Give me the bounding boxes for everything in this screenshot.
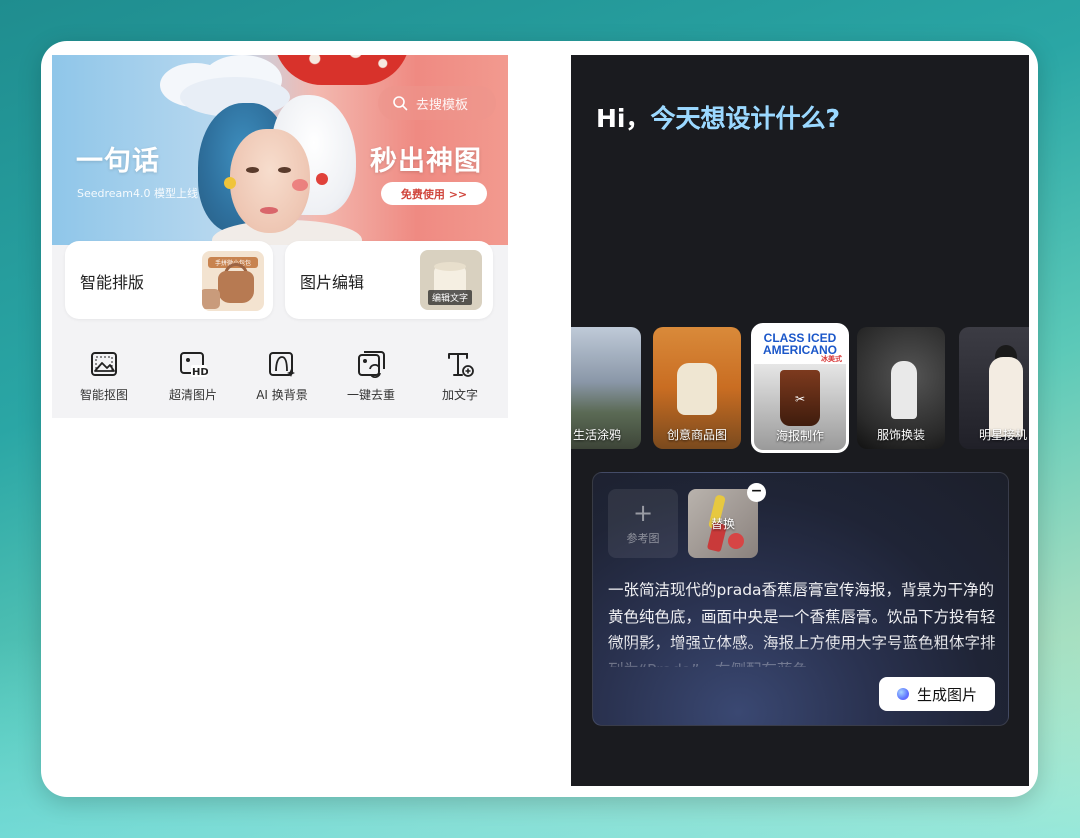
bag [218, 271, 254, 303]
tool-hd-image[interactable]: HD 超清图片 [153, 343, 233, 413]
mushroom-hat-decoration [274, 55, 410, 85]
right-panel: Hi，今天想设计什么? 生活涂鸦 创意商品图 CLASS ICED AMERIC… [571, 55, 1029, 786]
tool-ai-background[interactable]: AI 换背景 [242, 343, 322, 413]
reference-label: 参考图 [626, 531, 660, 545]
tool-label: 一键去重 [346, 388, 395, 402]
left-panel: 一句话 Seedream4.0 模型上线 秒出神图 去搜模板 免费使用 >> 智… [52, 55, 508, 418]
prompt-box: + 参考图 替换 − 一张简洁现代的prada香蕉唇膏宣传海报，背景为干净的黄色… [592, 472, 1009, 726]
greeting-highlight: 今天想设计什么? [650, 104, 841, 133]
tile-label: 服饰换装 [876, 428, 925, 442]
tool-add-text[interactable]: 加文字 [420, 343, 500, 413]
ai-background-icon [269, 352, 295, 377]
carousel-tile-celebrity[interactable]: 明星接机 [959, 327, 1029, 449]
generate-image-button[interactable]: 生成图片 [879, 677, 995, 711]
blush [292, 179, 308, 191]
eye [246, 167, 259, 173]
earring-yellow [224, 177, 236, 189]
eye [278, 167, 291, 173]
small-bag [202, 289, 220, 309]
card-label: 图片编辑 [300, 273, 365, 292]
tool-label: 超清图片 [168, 388, 217, 402]
tool-row: 智能抠图 HD 超清图片 AI 换背景 一键去重 加文字 [52, 343, 508, 413]
earring-red [316, 173, 328, 185]
plus-icon: + [632, 498, 654, 527]
card-label: 智能排版 [80, 273, 145, 292]
tile-label: 创意商品图 [666, 428, 727, 442]
tool-label: 智能抠图 [79, 388, 128, 402]
remove-image-button[interactable]: − [747, 483, 766, 502]
bag-thumbnail: 手拼微小包包 [202, 251, 264, 311]
tool-label: 加文字 [441, 388, 478, 402]
template-search[interactable]: 去搜模板 [378, 86, 496, 120]
tile-label: 明星接机 [978, 428, 1027, 442]
image-cutout-icon [91, 352, 117, 376]
edit-text-tag: 编辑文字 [428, 290, 473, 305]
svg-text:HD: HD [192, 367, 208, 378]
template-carousel: 生活涂鸦 创意商品图 CLASS ICED AMERICANO 冰美式 ✂ 海报… [571, 323, 1029, 453]
search-icon [393, 96, 408, 111]
sparkle-orb-icon [896, 688, 909, 700]
kettle-illustration [677, 363, 717, 415]
tile-label: 生活涂鸦 [572, 428, 621, 442]
person-illustration [989, 357, 1023, 437]
banner-title-left: 一句话 [76, 146, 160, 177]
carousel-tile-outfit[interactable]: 服饰换装 [857, 327, 945, 449]
prompt-text[interactable]: 一张简洁现代的prada香蕉唇膏宣传海报，背景为干净的黄色纯色底，画面中央是一个… [608, 577, 998, 667]
tool-label: AI 换背景 [256, 388, 308, 402]
carousel-tile-product[interactable]: 创意商品图 [653, 327, 741, 449]
carousel-tile-doodle[interactable]: 生活涂鸦 [571, 327, 641, 449]
dedupe-icon [358, 351, 385, 378]
generate-button-label: 生成图片 [916, 685, 977, 704]
tool-dedupe[interactable]: 一键去重 [331, 343, 411, 413]
free-use-button[interactable]: 免费使用 >> [381, 182, 487, 205]
banner-subtitle: Seedream4.0 模型上线 [77, 187, 198, 200]
candle-top [434, 262, 466, 271]
image-edit-card[interactable]: 图片编辑 编辑文字 [285, 241, 493, 319]
replace-label: 替换 [710, 517, 735, 531]
greeting: Hi，今天想设计什么? [596, 99, 840, 135]
hd-image-icon: HD [180, 352, 208, 378]
app-frame: 一句话 Seedream4.0 模型上线 秒出神图 去搜模板 免费使用 >> 智… [41, 41, 1038, 797]
lipstick-tip [728, 533, 744, 549]
smart-layout-card[interactable]: 智能排版 手拼微小包包 [65, 241, 273, 319]
capcut-logo-icon: ✂ [794, 392, 806, 406]
add-reference-button[interactable]: + 参考图 [608, 489, 678, 558]
promo-banner[interactable]: 一句话 Seedream4.0 模型上线 秒出神图 去搜模板 免费使用 >> [52, 55, 508, 245]
lips [260, 207, 278, 214]
tile-label: 海报制作 [775, 429, 824, 443]
banner-title-right: 秒出神图 [370, 146, 482, 177]
reference-image[interactable]: 替换 [688, 489, 758, 558]
carousel-tile-poster[interactable]: CLASS ICED AMERICANO 冰美式 ✂ 海报制作 [751, 323, 849, 453]
person-illustration [891, 361, 917, 419]
search-placeholder: 去搜模板 [416, 97, 469, 113]
tool-smart-cutout[interactable]: 智能抠图 [64, 343, 144, 413]
greeting-prefix: Hi， [596, 104, 651, 133]
candle-thumbnail: 编辑文字 [420, 250, 482, 310]
add-text-icon [448, 353, 474, 377]
poster-title: CLASS ICED AMERICANO 冰美式 [754, 326, 846, 364]
